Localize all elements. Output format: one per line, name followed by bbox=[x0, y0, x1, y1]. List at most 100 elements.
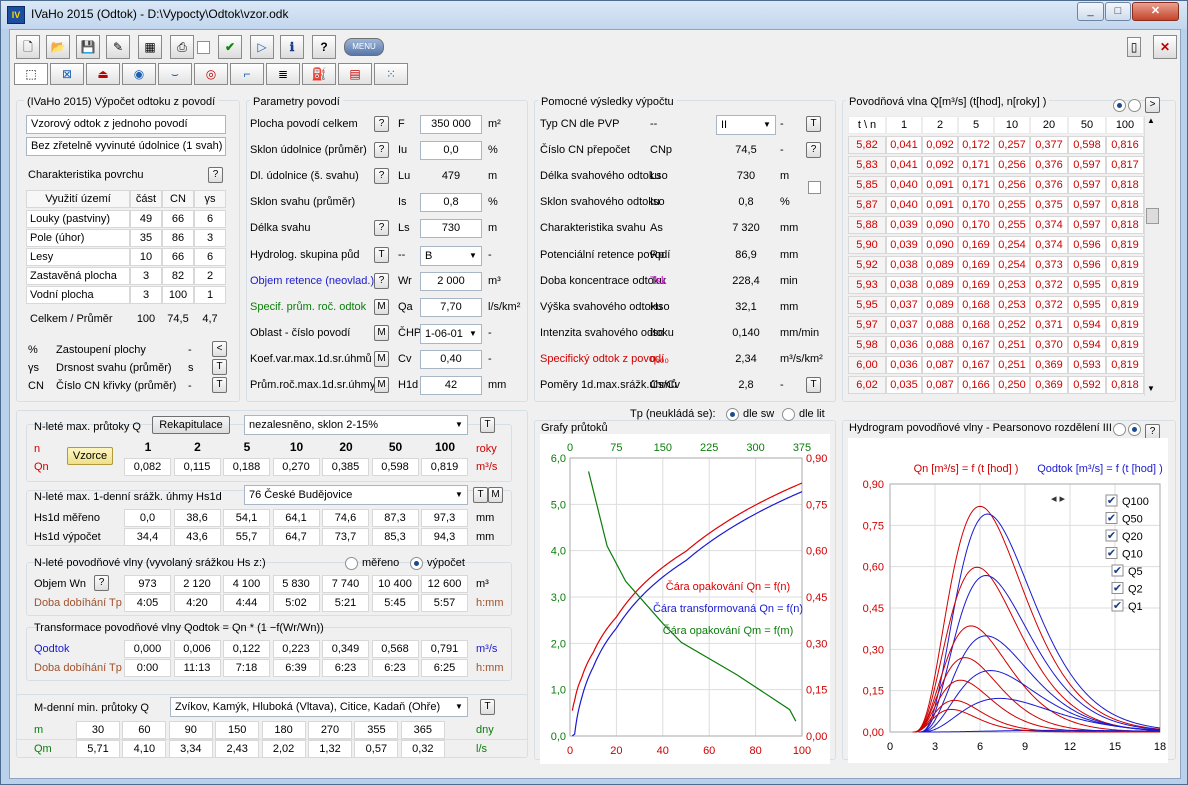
forest-combo[interactable]: nezalesněno, sklon 2-15% ▼ bbox=[244, 415, 468, 435]
tp-sw-radio[interactable] bbox=[726, 408, 739, 421]
param-help-button[interactable]: T bbox=[374, 246, 389, 263]
weir-icon[interactable]: ⌐ bbox=[230, 63, 264, 85]
param-help-button[interactable]: T bbox=[806, 116, 821, 132]
check-icon[interactable]: ✔ bbox=[218, 35, 242, 59]
param-help-button[interactable]: ? bbox=[374, 168, 389, 185]
surface-cell[interactable]: 2 bbox=[194, 267, 226, 285]
roughness-table-button[interactable]: T bbox=[212, 359, 227, 375]
pump-icon[interactable]: ⛽ bbox=[302, 63, 336, 85]
surface-back-button[interactable]: < bbox=[212, 341, 227, 357]
surface-cell[interactable]: 35 bbox=[130, 229, 162, 247]
scroll-down-icon[interactable]: ▼ bbox=[1147, 384, 1155, 393]
rain-map-button[interactable]: M bbox=[488, 487, 503, 503]
surface-cell[interactable]: 86 bbox=[162, 229, 194, 247]
param-input[interactable]: 42 bbox=[420, 376, 482, 395]
m-cell: 90 bbox=[168, 721, 213, 739]
ring-pipe-icon[interactable]: ◎ bbox=[194, 63, 228, 85]
formulas-button[interactable]: Vzorce bbox=[67, 447, 113, 465]
catchment-icon[interactable]: ⊠ bbox=[50, 63, 84, 85]
maximize-button[interactable]: □ bbox=[1105, 2, 1131, 21]
param-input[interactable]: 0,40 bbox=[420, 349, 482, 369]
param-input[interactable]: 730 bbox=[420, 219, 482, 239]
param-help-button[interactable]: M bbox=[374, 298, 389, 315]
param-help-button[interactable]: M bbox=[374, 377, 389, 393]
hydro-radio-1[interactable] bbox=[1113, 423, 1126, 436]
param-input[interactable]: 7,70 bbox=[420, 297, 482, 317]
scroll-thumb[interactable] bbox=[1146, 208, 1159, 224]
help-icon[interactable]: ? bbox=[312, 35, 336, 59]
open-channel-icon[interactable]: ⌣ bbox=[158, 63, 192, 85]
param-input[interactable]: 2 000 bbox=[420, 271, 482, 291]
param-help-button[interactable]: ? bbox=[374, 272, 389, 289]
volume-help-button[interactable]: ? bbox=[94, 575, 109, 591]
tp-lit-radio[interactable] bbox=[782, 408, 795, 421]
window-icon[interactable]: ▦ bbox=[138, 35, 162, 59]
calc-radio[interactable] bbox=[410, 557, 423, 570]
layers-icon[interactable]: ≣ bbox=[266, 63, 300, 85]
rain-table-button[interactable]: T bbox=[473, 487, 488, 503]
channel-section-icon[interactable]: ⏏ bbox=[86, 63, 120, 85]
param-combo[interactable]: 1-06-01 ▼ bbox=[420, 323, 482, 344]
grid-icon[interactable]: ⁙ bbox=[374, 63, 408, 85]
wave-view-radio-2[interactable] bbox=[1128, 99, 1141, 112]
info-icon[interactable]: ℹ bbox=[280, 35, 304, 59]
param-combo-value: 1-06-01 bbox=[425, 327, 463, 340]
surface-cell[interactable]: 82 bbox=[162, 267, 194, 285]
measured-radio[interactable] bbox=[345, 557, 358, 570]
project-desc-field[interactable]: Bez zřetelně vyvinuté údolnice (1 svah) bbox=[26, 137, 226, 156]
recap-button[interactable]: Rekapitulace bbox=[152, 416, 230, 434]
param-help-button[interactable]: ? bbox=[374, 220, 389, 237]
param-input[interactable]: 0,8 bbox=[420, 193, 482, 213]
param-help-button[interactable]: ? bbox=[374, 116, 389, 132]
panel-toggle-icon[interactable]: ▯ bbox=[1127, 37, 1141, 57]
print-icon[interactable]: ⎙ bbox=[170, 35, 194, 59]
surface-cell[interactable]: 10 bbox=[130, 248, 162, 266]
wave-view-radio-1[interactable] bbox=[1113, 99, 1126, 112]
cn-table-button[interactable]: T bbox=[212, 377, 227, 393]
project-name-field[interactable]: Vzorový odtok z jednoho povodí bbox=[26, 115, 226, 134]
table-icon[interactable]: ▤ bbox=[338, 63, 372, 85]
surface-cell[interactable]: 100 bbox=[162, 286, 194, 304]
close-button[interactable]: ✕ bbox=[1132, 2, 1179, 21]
surface-cell[interactable]: 6 bbox=[194, 248, 226, 266]
save-icon[interactable]: 💾 bbox=[76, 35, 100, 59]
menu-button[interactable]: MENU bbox=[344, 38, 384, 56]
cn-type-combo[interactable]: II ▼ bbox=[716, 115, 776, 135]
river-combo[interactable]: Zvíkov, Kamýk, Hluboká (Vltava), Citice,… bbox=[170, 697, 468, 717]
scroll-up-icon[interactable]: ▲ bbox=[1147, 116, 1155, 125]
surface-help-button[interactable]: ? bbox=[208, 167, 223, 183]
exit-icon[interactable]: ✕ bbox=[1153, 35, 1177, 59]
surface-cell[interactable]: 3 bbox=[194, 229, 226, 247]
param-help-button[interactable]: ? bbox=[806, 142, 821, 159]
play-icon[interactable]: ▷ bbox=[250, 35, 274, 59]
param-help-button[interactable]: ? bbox=[374, 142, 389, 159]
param-help-button[interactable]: M bbox=[374, 324, 389, 341]
wave-scrollbar[interactable]: ▲ ▼ bbox=[1144, 116, 1160, 396]
surface-cell[interactable]: 3 bbox=[130, 286, 162, 304]
surface-cell[interactable]: 49 bbox=[130, 210, 162, 228]
surface-cell[interactable]: 1 bbox=[194, 286, 226, 304]
surface-cell[interactable]: 3 bbox=[130, 267, 162, 285]
surface-cell[interactable]: 66 bbox=[162, 248, 194, 266]
param-help-button[interactable]: M bbox=[374, 350, 389, 367]
surface-cell[interactable]: 66 bbox=[162, 210, 194, 228]
wave-cell: 0,251 bbox=[994, 336, 1030, 354]
station-combo[interactable]: 76 České Budějovice ▼ bbox=[244, 485, 468, 505]
circle-pipe-icon[interactable]: ◉ bbox=[122, 63, 156, 85]
aux-checkbox[interactable] bbox=[808, 181, 821, 194]
nflows-table-button[interactable]: T bbox=[480, 417, 495, 433]
param-input[interactable]: 350 000 bbox=[420, 115, 482, 134]
mday-table-button[interactable]: T bbox=[480, 699, 495, 715]
hydro-radio-2[interactable] bbox=[1128, 423, 1141, 436]
param-help-button[interactable]: T bbox=[806, 377, 821, 393]
wave-next-button[interactable]: > bbox=[1145, 97, 1160, 113]
param-input[interactable]: 0,0 bbox=[420, 141, 482, 161]
minimize-button[interactable]: _ bbox=[1077, 2, 1104, 21]
print-checkbox[interactable] bbox=[197, 41, 210, 54]
open-folder-icon[interactable]: 📂 bbox=[46, 35, 70, 59]
surface-cell[interactable]: 6 bbox=[194, 210, 226, 228]
edit-icon[interactable]: ✎ bbox=[106, 35, 130, 59]
runoff-mode-icon[interactable]: ⬚ bbox=[14, 63, 48, 85]
new-file-icon[interactable]: 🗋 bbox=[16, 35, 40, 59]
param-combo[interactable]: B ▼ bbox=[420, 245, 482, 266]
